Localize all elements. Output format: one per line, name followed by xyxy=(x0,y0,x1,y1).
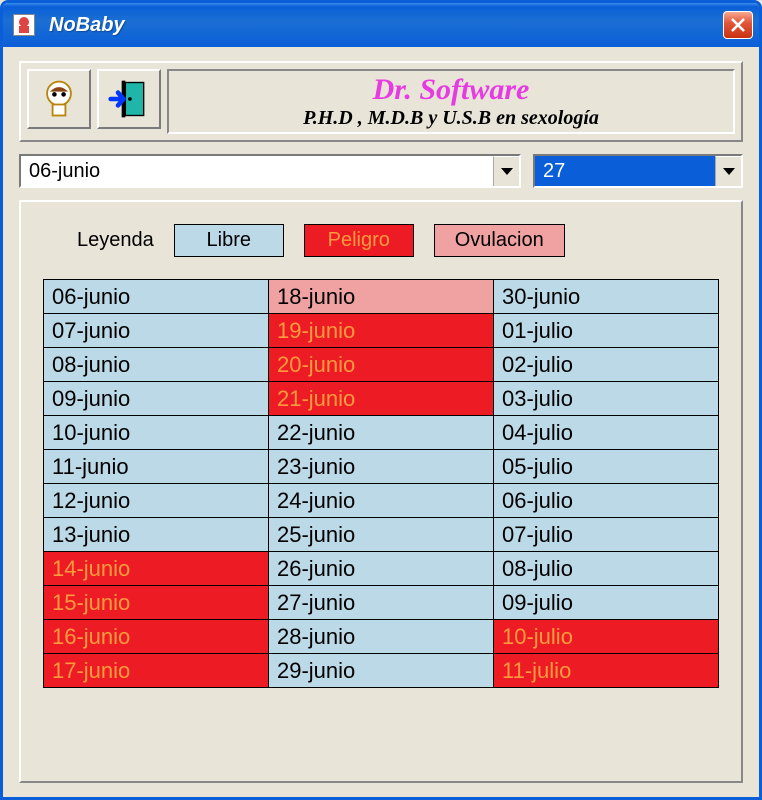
calendar-cell: 25-junio xyxy=(269,518,494,552)
table-row: 06-junio18-junio30-junio xyxy=(44,280,719,314)
calendar-cell: 06-julio xyxy=(494,484,719,518)
table-row: 11-junio23-junio05-julio xyxy=(44,450,719,484)
header-banner: Dr. Software P.H.D , M.D.B y U.S.B en se… xyxy=(167,69,735,134)
calendar-cell: 20-junio xyxy=(269,348,494,382)
calendar-cell: 26-junio xyxy=(269,552,494,586)
calendar-cell: 29-junio xyxy=(269,654,494,688)
legend: Leyenda Libre Peligro Ovulacion xyxy=(43,218,719,279)
calendar-cell: 04-julio xyxy=(494,416,719,450)
calendar-cell: 03-julio xyxy=(494,382,719,416)
calendar-cell: 13-junio xyxy=(44,518,269,552)
calendar-cell: 08-julio xyxy=(494,552,719,586)
calendar-cell: 23-junio xyxy=(269,450,494,484)
calendar-cell: 10-julio xyxy=(494,620,719,654)
calendar-table: 06-junio18-junio30-junio07-junio19-junio… xyxy=(43,279,719,688)
legend-libre: Libre xyxy=(174,224,284,257)
table-row: 09-junio21-junio03-julio xyxy=(44,382,719,416)
table-row: 17-junio29-junio11-julio xyxy=(44,654,719,688)
table-row: 07-junio19-junio01-julio xyxy=(44,314,719,348)
table-row: 12-junio24-junio06-julio xyxy=(44,484,719,518)
toolbar: Dr. Software P.H.D , M.D.B y U.S.B en se… xyxy=(19,61,743,142)
app-icon xyxy=(13,14,35,36)
app-window: NoBaby xyxy=(0,0,762,800)
calendar-cell: 05-julio xyxy=(494,450,719,484)
brand-title: Dr. Software xyxy=(373,73,530,107)
table-row: 14-junio26-junio08-julio xyxy=(44,552,719,586)
chevron-down-icon[interactable] xyxy=(715,156,741,186)
calendar-cell: 06-junio xyxy=(44,280,269,314)
window-title: NoBaby xyxy=(49,14,723,37)
calendar-cell: 11-julio xyxy=(494,654,719,688)
legend-ovulacion: Ovulacion xyxy=(434,224,565,257)
month-value: 06-junio xyxy=(21,156,493,186)
window-body: Dr. Software P.H.D , M.D.B y U.S.B en se… xyxy=(3,47,759,797)
selector-row: 06-junio 27 xyxy=(19,154,743,188)
calendar-cell: 10-junio xyxy=(44,416,269,450)
month-dropdown[interactable]: 06-junio xyxy=(19,154,521,188)
close-button[interactable] xyxy=(723,11,753,39)
table-row: 13-junio25-junio07-julio xyxy=(44,518,719,552)
brand-subtitle: P.H.D , M.D.B y U.S.B en sexología xyxy=(303,107,599,130)
table-row: 08-junio20-junio02-julio xyxy=(44,348,719,382)
calendar-cell: 01-julio xyxy=(494,314,719,348)
day-value: 27 xyxy=(535,156,715,186)
calendar-cell: 15-junio xyxy=(44,586,269,620)
calendar-cell: 17-junio xyxy=(44,654,269,688)
calendar-cell: 16-junio xyxy=(44,620,269,654)
chevron-down-icon[interactable] xyxy=(493,156,519,186)
help-button[interactable] xyxy=(27,69,91,129)
exit-button[interactable] xyxy=(97,69,161,129)
calendar-cell: 09-junio xyxy=(44,382,269,416)
legend-label: Leyenda xyxy=(77,229,154,252)
day-dropdown[interactable]: 27 xyxy=(533,154,743,188)
calendar-cell: 08-junio xyxy=(44,348,269,382)
calendar-cell: 14-junio xyxy=(44,552,269,586)
content-panel: Leyenda Libre Peligro Ovulacion 06-junio… xyxy=(19,200,743,783)
calendar-cell: 21-junio xyxy=(269,382,494,416)
table-row: 15-junio27-junio09-julio xyxy=(44,586,719,620)
calendar-cell: 07-junio xyxy=(44,314,269,348)
legend-peligro: Peligro xyxy=(304,224,414,257)
calendar-cell: 18-junio xyxy=(269,280,494,314)
calendar-cell: 09-julio xyxy=(494,586,719,620)
calendar-cell: 12-junio xyxy=(44,484,269,518)
calendar-cell: 30-junio xyxy=(494,280,719,314)
calendar-cell: 24-junio xyxy=(269,484,494,518)
calendar-cell: 07-julio xyxy=(494,518,719,552)
calendar-cell: 19-junio xyxy=(269,314,494,348)
table-row: 10-junio22-junio04-julio xyxy=(44,416,719,450)
calendar-cell: 02-julio xyxy=(494,348,719,382)
titlebar: NoBaby xyxy=(3,3,759,47)
calendar-cell: 27-junio xyxy=(269,586,494,620)
calendar-cell: 22-junio xyxy=(269,416,494,450)
table-row: 16-junio28-junio10-julio xyxy=(44,620,719,654)
calendar-cell: 28-junio xyxy=(269,620,494,654)
calendar-cell: 11-junio xyxy=(44,450,269,484)
